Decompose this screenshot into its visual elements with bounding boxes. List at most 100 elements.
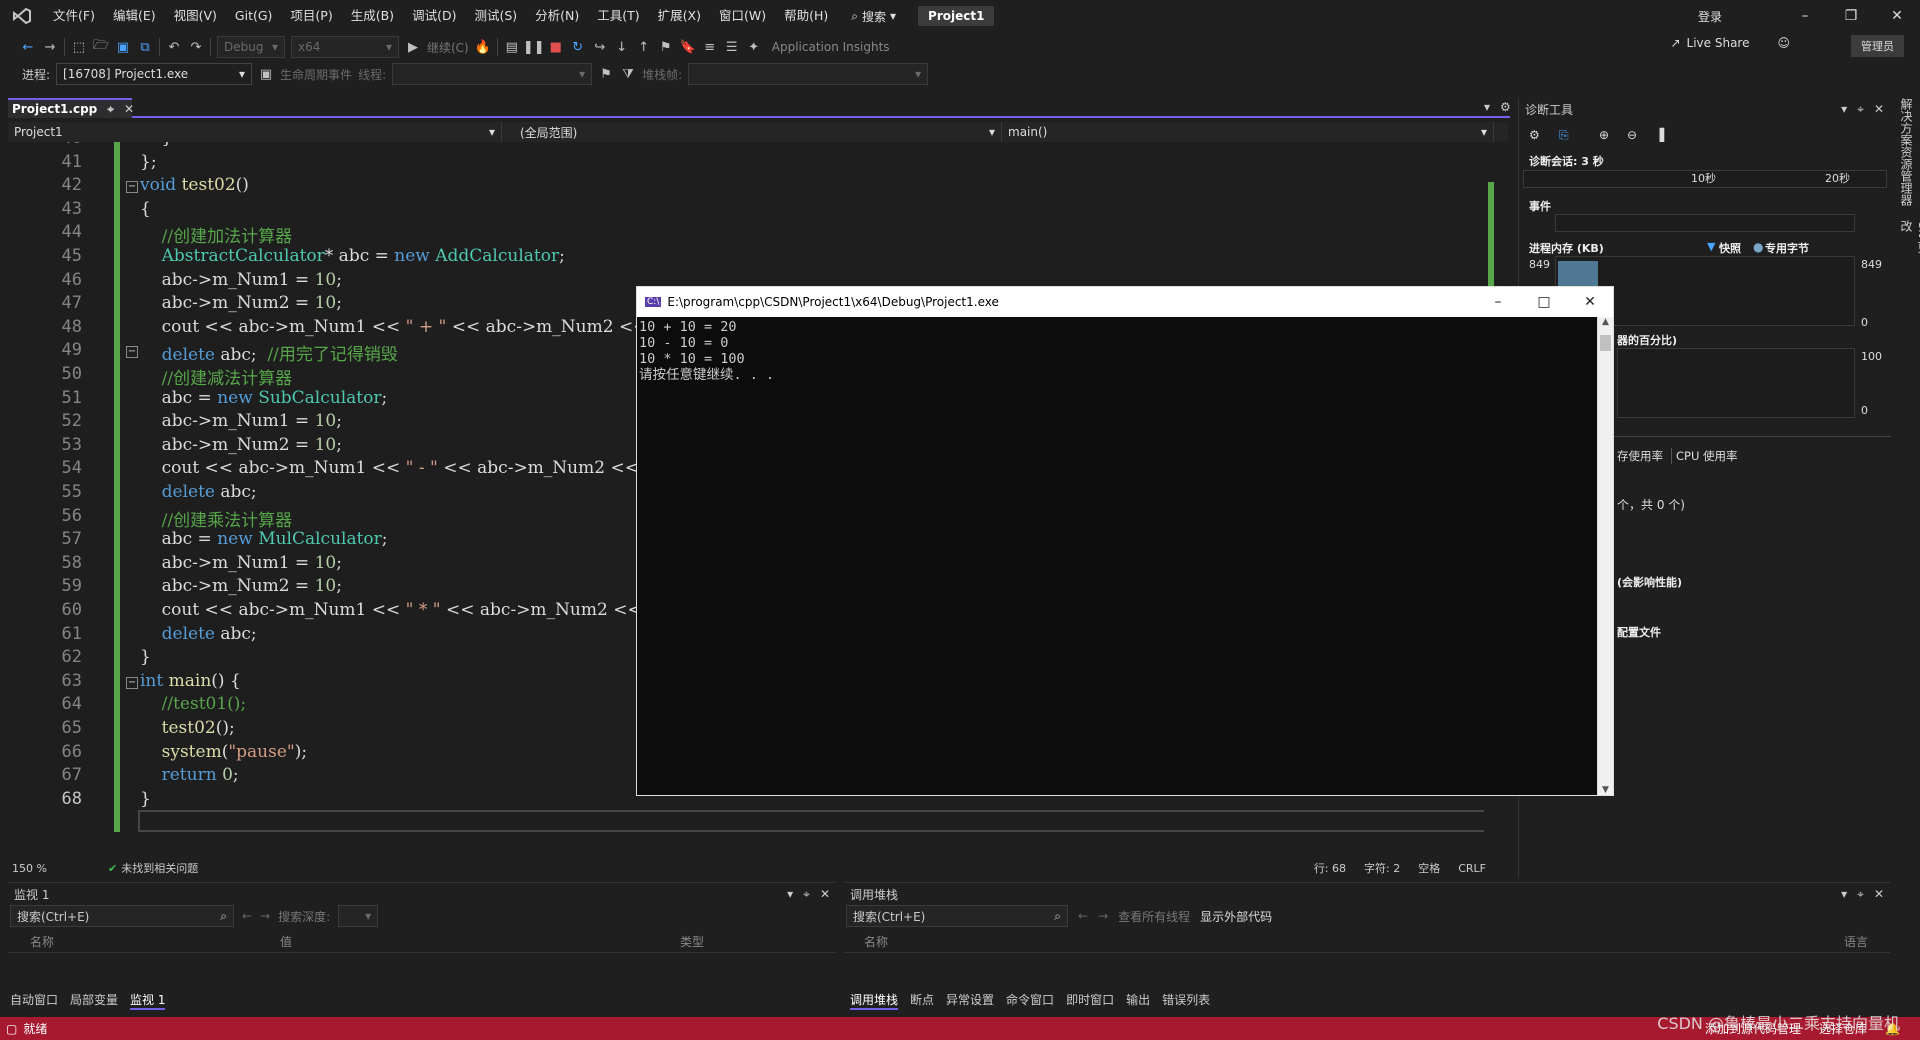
menu-tools[interactable]: 工具(T): [588, 0, 648, 32]
stop-icon[interactable]: ■: [548, 39, 564, 55]
console-close-icon[interactable]: ✕: [1567, 294, 1613, 310]
console-maximize-icon[interactable]: □: [1521, 294, 1567, 310]
tab-command-window[interactable]: 命令窗口: [1006, 991, 1054, 1010]
breakpoint-icon[interactable]: ⚑: [658, 39, 674, 55]
tab-watch1[interactable]: 监视 1: [130, 991, 166, 1010]
step-into-icon[interactable]: ↓: [614, 39, 630, 55]
chevron-down-icon[interactable]: ▾: [1841, 887, 1847, 902]
tab-list-icon[interactable]: ▾: [1484, 100, 1490, 114]
menu-help[interactable]: 帮助(H): [775, 0, 837, 32]
pin-icon[interactable]: ⌖: [1857, 887, 1864, 902]
open-folder-icon[interactable]: 🗁: [93, 38, 109, 55]
menu-analyze[interactable]: 分析(N): [526, 0, 588, 32]
tab-close-icon[interactable]: ✕: [124, 102, 134, 116]
undo-icon[interactable]: ↶: [166, 39, 182, 55]
filter-icon[interactable]: ⧩: [620, 66, 636, 82]
pin-icon[interactable]: ⌖: [107, 102, 114, 117]
new-item-icon[interactable]: ⬚: [71, 39, 87, 55]
restore-icon[interactable]: ❐: [1828, 8, 1874, 24]
tab-exception-settings[interactable]: 异常设置: [946, 991, 994, 1010]
thread-dropdown[interactable]: ▾: [392, 63, 593, 85]
project-dropdown[interactable]: Project1 ▾: [8, 122, 502, 142]
close-icon[interactable]: ✕: [820, 887, 830, 902]
flag-icon[interactable]: ⚑: [598, 66, 614, 82]
console-scrollbar[interactable]: ▲ ▼: [1597, 317, 1613, 795]
close-icon[interactable]: ✕: [1874, 102, 1884, 117]
console-titlebar[interactable]: C:\ E:\program\cpp\CSDN\Project1\x64\Deb…: [637, 287, 1613, 317]
continue-button[interactable]: 继续(C): [427, 39, 469, 56]
cpu-section[interactable]: 器的百分比): [1617, 332, 1677, 348]
fold-toggle-icon[interactable]: −: [126, 181, 138, 194]
col-name[interactable]: 名称: [30, 933, 280, 952]
redo-icon[interactable]: ↷: [188, 39, 204, 55]
tab-memory-usage[interactable]: 存使用率: [1617, 448, 1663, 464]
menu-file[interactable]: 文件(F): [44, 0, 104, 32]
col-value[interactable]: 值: [280, 933, 680, 952]
save-all-icon[interactable]: ⧉: [137, 39, 153, 55]
tab-output[interactable]: 输出: [1126, 991, 1150, 1010]
layout-icon[interactable]: ▤: [504, 39, 520, 55]
menu-extensions[interactable]: 扩展(X): [649, 0, 710, 32]
platform-dropdown[interactable]: x64 ▾: [291, 36, 399, 58]
close-icon[interactable]: ✕: [1874, 8, 1920, 24]
pin-icon[interactable]: ⌖: [803, 887, 810, 902]
pause-icon[interactable]: ❚❚: [523, 39, 545, 55]
process-dropdown[interactable]: [16708] Project1.exe ▾: [56, 63, 253, 85]
solution-explorer-tab[interactable]: 解决方案资源管理器: [1898, 98, 1915, 206]
hot-reload-icon[interactable]: 🔥: [475, 39, 491, 55]
pin-icon[interactable]: ⌖: [1857, 102, 1864, 117]
tab-cpu-usage[interactable]: CPU 使用率: [1671, 448, 1738, 464]
console-window[interactable]: C:\ E:\program\cpp\CSDN\Project1\x64\Deb…: [636, 286, 1614, 796]
search-button[interactable]: ⌕ 搜索 ▾: [851, 8, 896, 25]
account-icon[interactable]: ☺: [1777, 36, 1790, 50]
close-icon[interactable]: ✕: [1874, 887, 1884, 902]
console-minimize-icon[interactable]: –: [1475, 294, 1521, 310]
menu-build[interactable]: 生成(B): [342, 0, 403, 32]
scope-dropdown[interactable]: (全局范围) ▾: [502, 122, 1002, 142]
app-insights-label[interactable]: Application Insights: [772, 40, 890, 54]
lifecycle-label[interactable]: 生命周期事件: [280, 66, 352, 83]
git-changes-tab[interactable]: Git 更改: [1898, 220, 1920, 258]
menu-edit[interactable]: 编辑(E): [104, 0, 165, 32]
whitespace-indicator[interactable]: 空格: [1418, 860, 1440, 876]
step-out-icon[interactable]: ↑: [636, 39, 652, 55]
gear-icon[interactable]: ⚙: [1500, 100, 1511, 114]
menu-test[interactable]: 测试(S): [465, 0, 526, 32]
fold-toggle-icon[interactable]: −: [126, 676, 138, 689]
menu-git[interactable]: Git(G): [226, 0, 282, 32]
menu-debug[interactable]: 调试(D): [403, 0, 465, 32]
live-share-button[interactable]: ↗ Live Share ☺: [1670, 36, 1790, 50]
view-threads-button[interactable]: 查看所有线程: [1118, 908, 1190, 925]
zoom-dropdown[interactable]: 150 %: [8, 862, 78, 875]
tab-error-list[interactable]: 错误列表: [1162, 991, 1210, 1010]
col-type[interactable]: 类型: [680, 933, 704, 952]
zoom-in-icon[interactable]: ⊕: [1599, 128, 1609, 142]
eol-indicator[interactable]: CRLF: [1458, 862, 1486, 875]
menu-view[interactable]: 视图(V): [165, 0, 226, 32]
tab-project1-cpp[interactable]: Project1.cpp ⌖ ✕: [8, 98, 134, 118]
show-external-code-button[interactable]: 显示外部代码: [1200, 908, 1272, 925]
col-name[interactable]: 名称: [864, 933, 1844, 952]
save-icon[interactable]: ▣: [115, 39, 131, 55]
comment-icon[interactable]: ≡: [702, 39, 718, 55]
uncomment-icon[interactable]: ☰: [724, 39, 740, 55]
play-icon[interactable]: ▶: [405, 39, 421, 55]
member-dropdown[interactable]: main() ▾: [1002, 122, 1494, 142]
login-link[interactable]: 登录: [1698, 8, 1722, 25]
back-icon[interactable]: ←: [242, 909, 252, 923]
fold-toggle-icon[interactable]: −: [126, 346, 138, 359]
col-language[interactable]: 语言: [1844, 933, 1868, 952]
tab-breakpoints[interactable]: 断点: [910, 991, 934, 1010]
back-icon[interactable]: ←: [20, 39, 36, 55]
issues-status[interactable]: 未找到相关问题: [121, 860, 198, 876]
bookmark-icon[interactable]: 🔖: [680, 39, 696, 55]
tab-immediate-window[interactable]: 即时窗口: [1066, 991, 1114, 1010]
menu-window[interactable]: 窗口(W): [710, 0, 775, 32]
chart-icon[interactable]: ▐: [1655, 128, 1664, 142]
callstack-search-input[interactable]: 搜索(Ctrl+E) ⌕: [846, 905, 1068, 927]
stack-frame-dropdown[interactable]: ▾: [688, 63, 929, 85]
config-dropdown[interactable]: Debug ▾: [217, 36, 285, 58]
memory-section[interactable]: 进程内存 (KB): [1529, 240, 1604, 256]
search-depth-dropdown[interactable]: ▾: [338, 905, 379, 927]
minimize-icon[interactable]: –: [1782, 8, 1828, 24]
